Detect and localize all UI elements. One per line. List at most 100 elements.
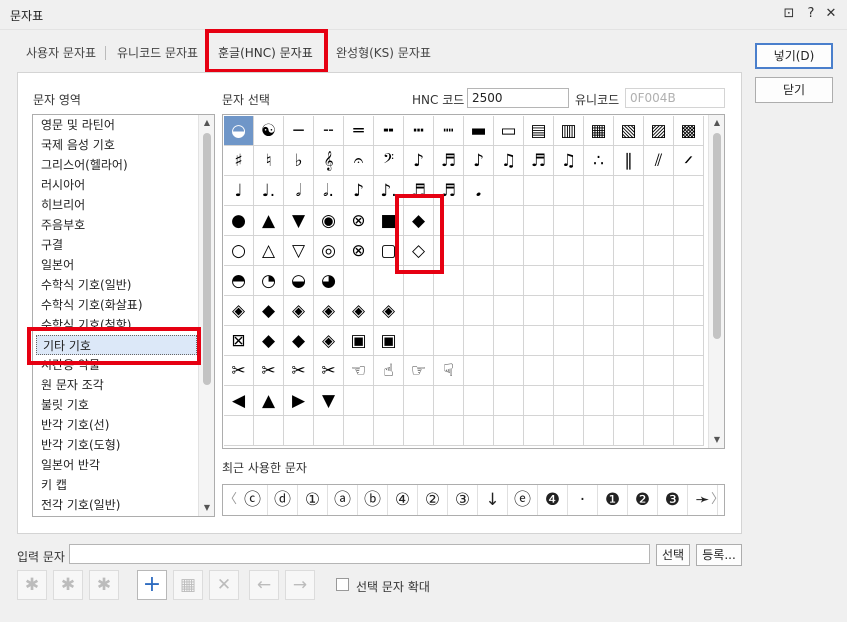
character-cell[interactable] (554, 176, 584, 206)
character-cell[interactable] (674, 416, 704, 446)
area-list-item[interactable]: 불릿 기호 (41, 395, 89, 415)
character-cell[interactable] (584, 236, 614, 266)
character-cell[interactable] (464, 266, 494, 296)
delete-icon[interactable]: ✕ (209, 570, 239, 600)
character-cell[interactable]: ◈ (374, 296, 404, 326)
character-cell[interactable] (644, 326, 674, 356)
character-cell[interactable] (494, 296, 524, 326)
character-cell[interactable]: ♬ (434, 176, 464, 206)
delete-user-char-icon[interactable]: ✱ (89, 570, 119, 600)
character-cell[interactable] (554, 386, 584, 416)
character-cell[interactable]: ▩ (674, 116, 704, 146)
character-cell[interactable]: ♩. (254, 176, 284, 206)
character-cell[interactable]: 𝄐 (344, 146, 374, 176)
character-cell[interactable]: ☜ (344, 356, 374, 386)
character-cell[interactable] (674, 206, 704, 236)
character-cell[interactable]: 𝅗𝅥 (284, 176, 314, 206)
character-cell[interactable] (554, 266, 584, 296)
close-button[interactable]: 닫기 (755, 77, 833, 103)
character-cell[interactable] (584, 206, 614, 236)
character-cell[interactable] (224, 416, 254, 446)
character-cell[interactable]: ▶ (284, 386, 314, 416)
character-cell[interactable]: ▤ (524, 116, 554, 146)
character-cell[interactable] (584, 416, 614, 446)
area-list-item[interactable]: 러시아어 (41, 175, 85, 195)
character-cell[interactable] (374, 416, 404, 446)
recent-prev-icon[interactable]: 〈 (224, 485, 237, 515)
character-cell[interactable]: ◕ (314, 266, 344, 296)
character-cell[interactable] (674, 236, 704, 266)
scroll-up-icon[interactable]: ▲ (709, 115, 724, 131)
character-cell[interactable]: 𝄢 (374, 146, 404, 176)
character-cell[interactable]: ◆ (254, 296, 284, 326)
recent-char[interactable]: ② (418, 485, 448, 515)
area-list-item[interactable]: 주음부호 (41, 215, 85, 235)
insert-button[interactable]: 넣기(D) (755, 43, 833, 69)
character-cell[interactable]: ♪ (404, 146, 434, 176)
character-cell[interactable] (524, 176, 554, 206)
character-cell[interactable] (554, 326, 584, 356)
character-cell[interactable]: ▧ (614, 116, 644, 146)
character-cell[interactable]: ▲ (254, 206, 284, 236)
area-list-item[interactable]: 수학식 기호(일반) (41, 275, 131, 295)
character-cell[interactable] (644, 416, 674, 446)
scroll-thumb[interactable] (713, 133, 721, 339)
character-cell[interactable] (254, 416, 284, 446)
area-list-scrollbar[interactable]: ▲ ▼ (198, 115, 214, 516)
tab-hnc-charmap[interactable]: 훈글(HNC) 문자표 (218, 44, 313, 61)
character-cell[interactable] (674, 326, 704, 356)
character-cell[interactable] (614, 386, 644, 416)
character-cell[interactable] (524, 416, 554, 446)
character-cell[interactable] (524, 236, 554, 266)
character-cell[interactable] (554, 416, 584, 446)
character-cell[interactable]: ♮ (254, 146, 284, 176)
character-cell[interactable]: ♬ (524, 146, 554, 176)
area-list-item[interactable]: 원 문자 조각 (41, 375, 104, 395)
recent-next-icon[interactable]: 〉 (711, 485, 724, 515)
arrow-right-icon[interactable]: → (285, 570, 315, 600)
character-cell[interactable]: 𝅗𝅥. (314, 176, 344, 206)
character-cell[interactable] (614, 416, 644, 446)
area-list-item[interactable]: 전각 기호(일반) (41, 495, 120, 515)
area-list-item[interactable]: 반각 기호(선) (41, 415, 109, 435)
character-cell[interactable] (524, 386, 554, 416)
character-cell[interactable] (614, 176, 644, 206)
character-cell[interactable] (584, 356, 614, 386)
character-cell[interactable] (464, 326, 494, 356)
character-cell[interactable] (464, 236, 494, 266)
character-cell[interactable] (614, 296, 644, 326)
character-cell[interactable]: ▲ (254, 386, 284, 416)
tab-unicode-charmap[interactable]: 유니코드 문자표 (117, 44, 198, 61)
character-cell[interactable]: ◆ (284, 326, 314, 356)
character-cell[interactable] (524, 296, 554, 326)
character-cell[interactable] (434, 236, 464, 266)
scroll-down-icon[interactable]: ▼ (199, 500, 214, 516)
enlarge-checkbox[interactable] (336, 578, 349, 591)
character-cell[interactable] (434, 206, 464, 236)
recent-char[interactable]: · (568, 485, 598, 515)
area-list[interactable]: 영문 및 라틴어 국제 음성 기호 그리스어(헬라어) 러시아어 히브리어 주음부호 구결 일… (32, 114, 215, 517)
character-cell[interactable] (374, 266, 404, 296)
character-cell[interactable]: ♬ (404, 176, 434, 206)
character-cell[interactable] (614, 236, 644, 266)
character-cell[interactable]: ⊠ (224, 326, 254, 356)
character-cell[interactable]: ♯ (224, 146, 254, 176)
recent-char[interactable]: ⓓ (268, 485, 298, 515)
scroll-thumb[interactable] (203, 133, 211, 385)
recent-char[interactable]: ❷ (628, 485, 658, 515)
character-cell[interactable]: ♪ (344, 176, 374, 206)
character-cell[interactable] (494, 386, 524, 416)
character-cell[interactable] (524, 206, 554, 236)
character-cell[interactable] (494, 416, 524, 446)
character-cell[interactable]: ⫽ (644, 146, 674, 176)
character-cell[interactable]: ◈ (344, 296, 374, 326)
character-cell[interactable]: ♫ (554, 146, 584, 176)
character-cell[interactable] (464, 386, 494, 416)
character-cell[interactable]: ☞ (404, 356, 434, 386)
character-cell[interactable] (494, 266, 524, 296)
character-cell[interactable]: ⊗ (344, 206, 374, 236)
character-cell[interactable]: △ (254, 236, 284, 266)
character-cell[interactable]: ✂ (254, 356, 284, 386)
character-cell[interactable] (494, 326, 524, 356)
character-cell[interactable] (434, 326, 464, 356)
